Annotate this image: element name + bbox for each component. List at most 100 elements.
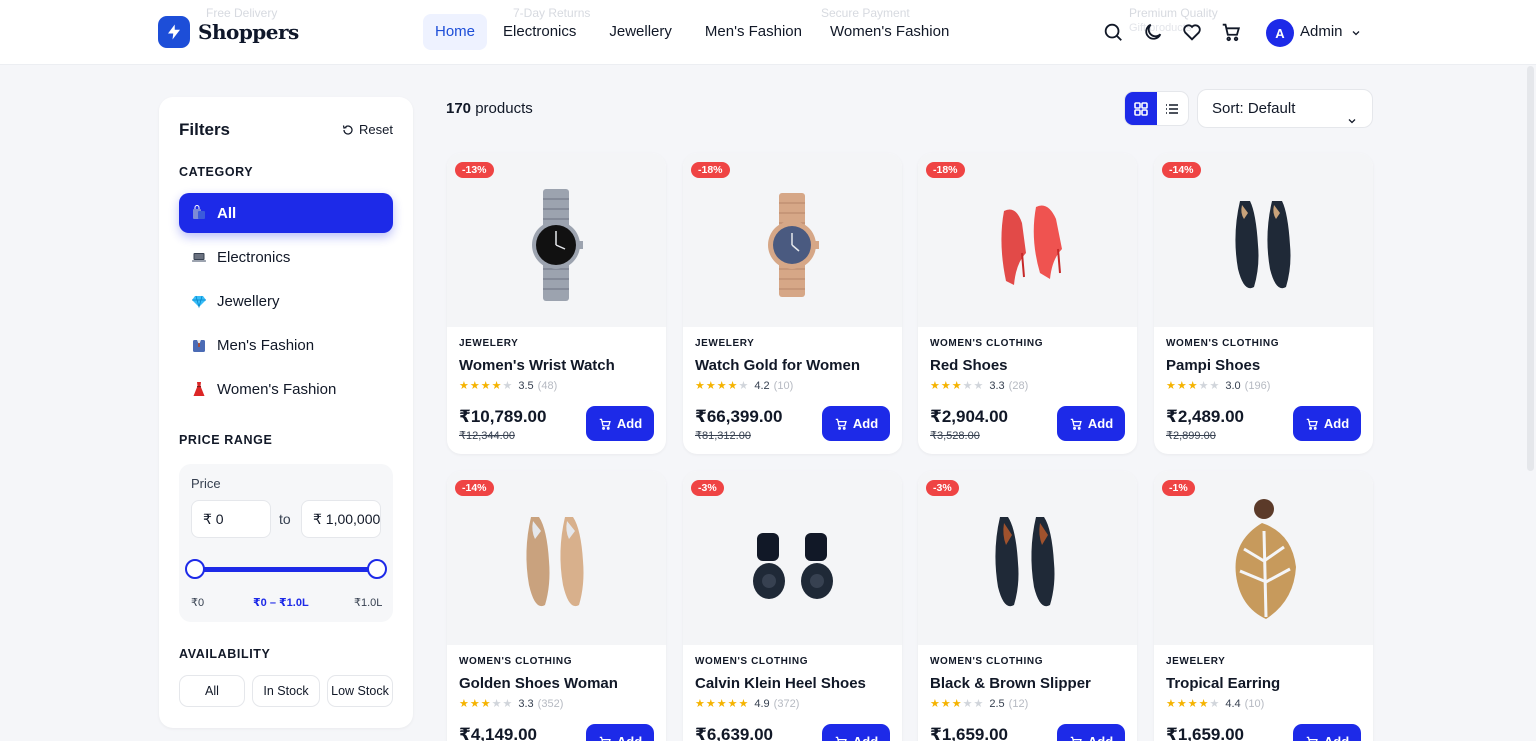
product-card[interactable]: -14% WOMEN'S CLOTHING Pampi Shoes ★ ★ ★ ★ ★ 3.0(… — [1154, 153, 1373, 454]
availability-all[interactable]: All — [179, 675, 245, 707]
rating-value: 4.2 — [754, 379, 770, 392]
add-label: Add — [617, 734, 642, 741]
list-view-icon[interactable] — [1157, 92, 1189, 125]
review-count: (372) — [773, 697, 800, 710]
price-slider-min-handle[interactable] — [185, 559, 205, 579]
category-all[interactable]: All — [179, 193, 393, 233]
nav-womens-fashion[interactable]: Women's Fashion — [818, 14, 961, 50]
product-rating: ★ ★ ★ ★ ★ 4.2 (10) — [695, 379, 793, 393]
filters-title: Filters — [179, 120, 231, 139]
product-category: JEWELERY — [1166, 656, 1226, 667]
star-icon: ★ — [1209, 698, 1220, 710]
category-mens-fashion[interactable]: Men's Fashion — [179, 325, 393, 365]
product-name[interactable]: Women's Wrist Watch — [459, 357, 615, 374]
product-card[interactable]: -3% WOMEN'S CLOTHING Calvin Klein Heel Sho… — [683, 471, 902, 741]
product-image[interactable] — [447, 153, 666, 327]
star-icon: ★ — [491, 380, 502, 392]
filters-sidebar: Filters Reset CATEGORY All Electronics J… — [159, 97, 413, 728]
discount-badge: -14% — [455, 480, 494, 496]
nav-home[interactable]: Home — [423, 14, 488, 50]
product-rating: ★ ★ ★ ★ ★ 4.4 (10) — [1166, 697, 1264, 711]
product-image[interactable] — [447, 471, 666, 645]
nav-mens-fashion[interactable]: Men's Fashion — [693, 14, 814, 50]
product-card[interactable]: -14% WOMEN'S CLOTHING Golden Shoes Woman ★ ★… — [447, 471, 666, 741]
brand-logo[interactable]: Shoppers — [158, 16, 299, 48]
product-name[interactable]: Pampi Shoes — [1166, 357, 1260, 374]
discount-badge: -18% — [691, 162, 730, 178]
product-card[interactable]: -13% JEWELERY Women's Wrist Watch ★ ★ ★ ★ ★ 3.5(… — [447, 153, 666, 454]
star-icon: ★ — [1187, 698, 1198, 710]
product-name[interactable]: Red Shoes — [930, 357, 1008, 374]
star-icon: ★ — [951, 380, 962, 392]
add-to-cart-button[interactable]: Add — [1057, 724, 1125, 741]
product-card[interactable]: -18% WOMEN'S CLOTHING Red Shoes ★ ★ ★ ★ ★ 3.3 (28… — [918, 153, 1137, 454]
heart-icon[interactable] — [1181, 21, 1203, 43]
nav-jewellery[interactable]: Jewellery — [597, 14, 684, 50]
star-icon: ★ — [491, 698, 502, 710]
star-icon: ★ — [502, 698, 513, 710]
star-icon: ★ — [1198, 698, 1209, 710]
category-womens-fashion[interactable]: Women's Fashion — [179, 369, 393, 409]
avatar[interactable]: A — [1266, 19, 1294, 47]
star-icon: ★ — [1176, 698, 1187, 710]
review-count: (12) — [1008, 697, 1029, 710]
sort-dropdown[interactable]: Sort: Default — [1197, 89, 1373, 128]
product-name[interactable]: Calvin Klein Heel Shoes — [695, 675, 866, 692]
range-min-label: ₹0 — [191, 597, 205, 609]
product-image[interactable] — [918, 153, 1137, 327]
search-icon[interactable] — [1102, 21, 1124, 43]
add-to-cart-button[interactable]: Add — [822, 406, 890, 441]
availability-low-stock[interactable]: Low Stock — [327, 675, 393, 707]
rating-value: 2.5 — [989, 697, 1005, 710]
price-max-input[interactable]: ₹ 1,00,000 — [301, 500, 381, 538]
page-scrollbar[interactable] — [1527, 66, 1534, 471]
cart-icon — [1069, 735, 1083, 741]
grid-view-icon[interactable] — [1125, 92, 1157, 125]
product-image[interactable] — [683, 471, 902, 645]
chevron-down-icon[interactable] — [1350, 26, 1362, 44]
product-name[interactable]: Tropical Earring — [1166, 675, 1280, 692]
category-jewellery[interactable]: Jewellery — [179, 281, 393, 321]
add-to-cart-button[interactable]: Add — [586, 406, 654, 441]
reset-icon — [342, 124, 353, 135]
product-card[interactable]: -3% WOMEN'S CLOTHING Black & Brown Slipper… — [918, 471, 1137, 741]
product-image[interactable] — [683, 153, 902, 327]
product-count: 170 products — [446, 100, 533, 117]
rating-value: 3.3 — [518, 697, 534, 710]
chevron-down-icon — [1346, 104, 1358, 141]
rating-value: 4.4 — [1225, 697, 1241, 710]
product-image[interactable] — [918, 471, 1137, 645]
add-to-cart-button[interactable]: Add — [1057, 406, 1125, 441]
product-count-number: 170 — [446, 100, 472, 117]
product-price: ₹2,904.00 — [930, 407, 1009, 426]
product-old-price: ₹81,312.00 — [695, 430, 751, 442]
product-count-suffix: products — [475, 100, 533, 117]
product-image[interactable] — [1154, 153, 1373, 327]
product-name[interactable]: Black & Brown Slipper — [930, 675, 1091, 692]
nav-electronics[interactable]: Electronics — [491, 14, 588, 50]
user-name[interactable]: Admin — [1300, 23, 1343, 40]
moon-icon[interactable] — [1142, 21, 1164, 43]
category-electronics[interactable]: Electronics — [179, 237, 393, 277]
range-max-label: ₹1.0L — [354, 597, 383, 609]
product-card[interactable]: -1% JEWELERY Tropical Earring ★ ★ ★ ★ ★ 4.4 (10) ₹… — [1154, 471, 1373, 741]
product-card[interactable]: -18% JEWELERY Watch Gold for Women ★ ★ ★ ★ ★ 4.2… — [683, 153, 902, 454]
add-to-cart-button[interactable]: Add — [1293, 724, 1361, 741]
product-price: ₹66,399.00 — [695, 407, 783, 426]
cart-icon[interactable] — [1220, 21, 1242, 43]
availability-in-stock[interactable]: In Stock — [252, 675, 320, 707]
product-name[interactable]: Watch Gold for Women — [695, 357, 860, 374]
price-min-input[interactable]: ₹ 0 — [191, 500, 271, 538]
price-slider-track[interactable] — [195, 567, 377, 572]
price-slider-max-handle[interactable] — [367, 559, 387, 579]
add-to-cart-button[interactable]: Add — [822, 724, 890, 741]
discount-badge: -1% — [1162, 480, 1195, 496]
star-icon: ★ — [962, 380, 973, 392]
add-to-cart-button[interactable]: Add — [586, 724, 654, 741]
product-name[interactable]: Golden Shoes Woman — [459, 675, 618, 692]
product-image[interactable] — [1154, 471, 1373, 645]
star-icon: ★ — [940, 698, 951, 710]
reset-button[interactable]: Reset — [342, 122, 393, 137]
top-header: Shoppers Free Delivery 7-Day Returns Sec… — [0, 0, 1536, 65]
add-to-cart-button[interactable]: Add — [1293, 406, 1361, 441]
